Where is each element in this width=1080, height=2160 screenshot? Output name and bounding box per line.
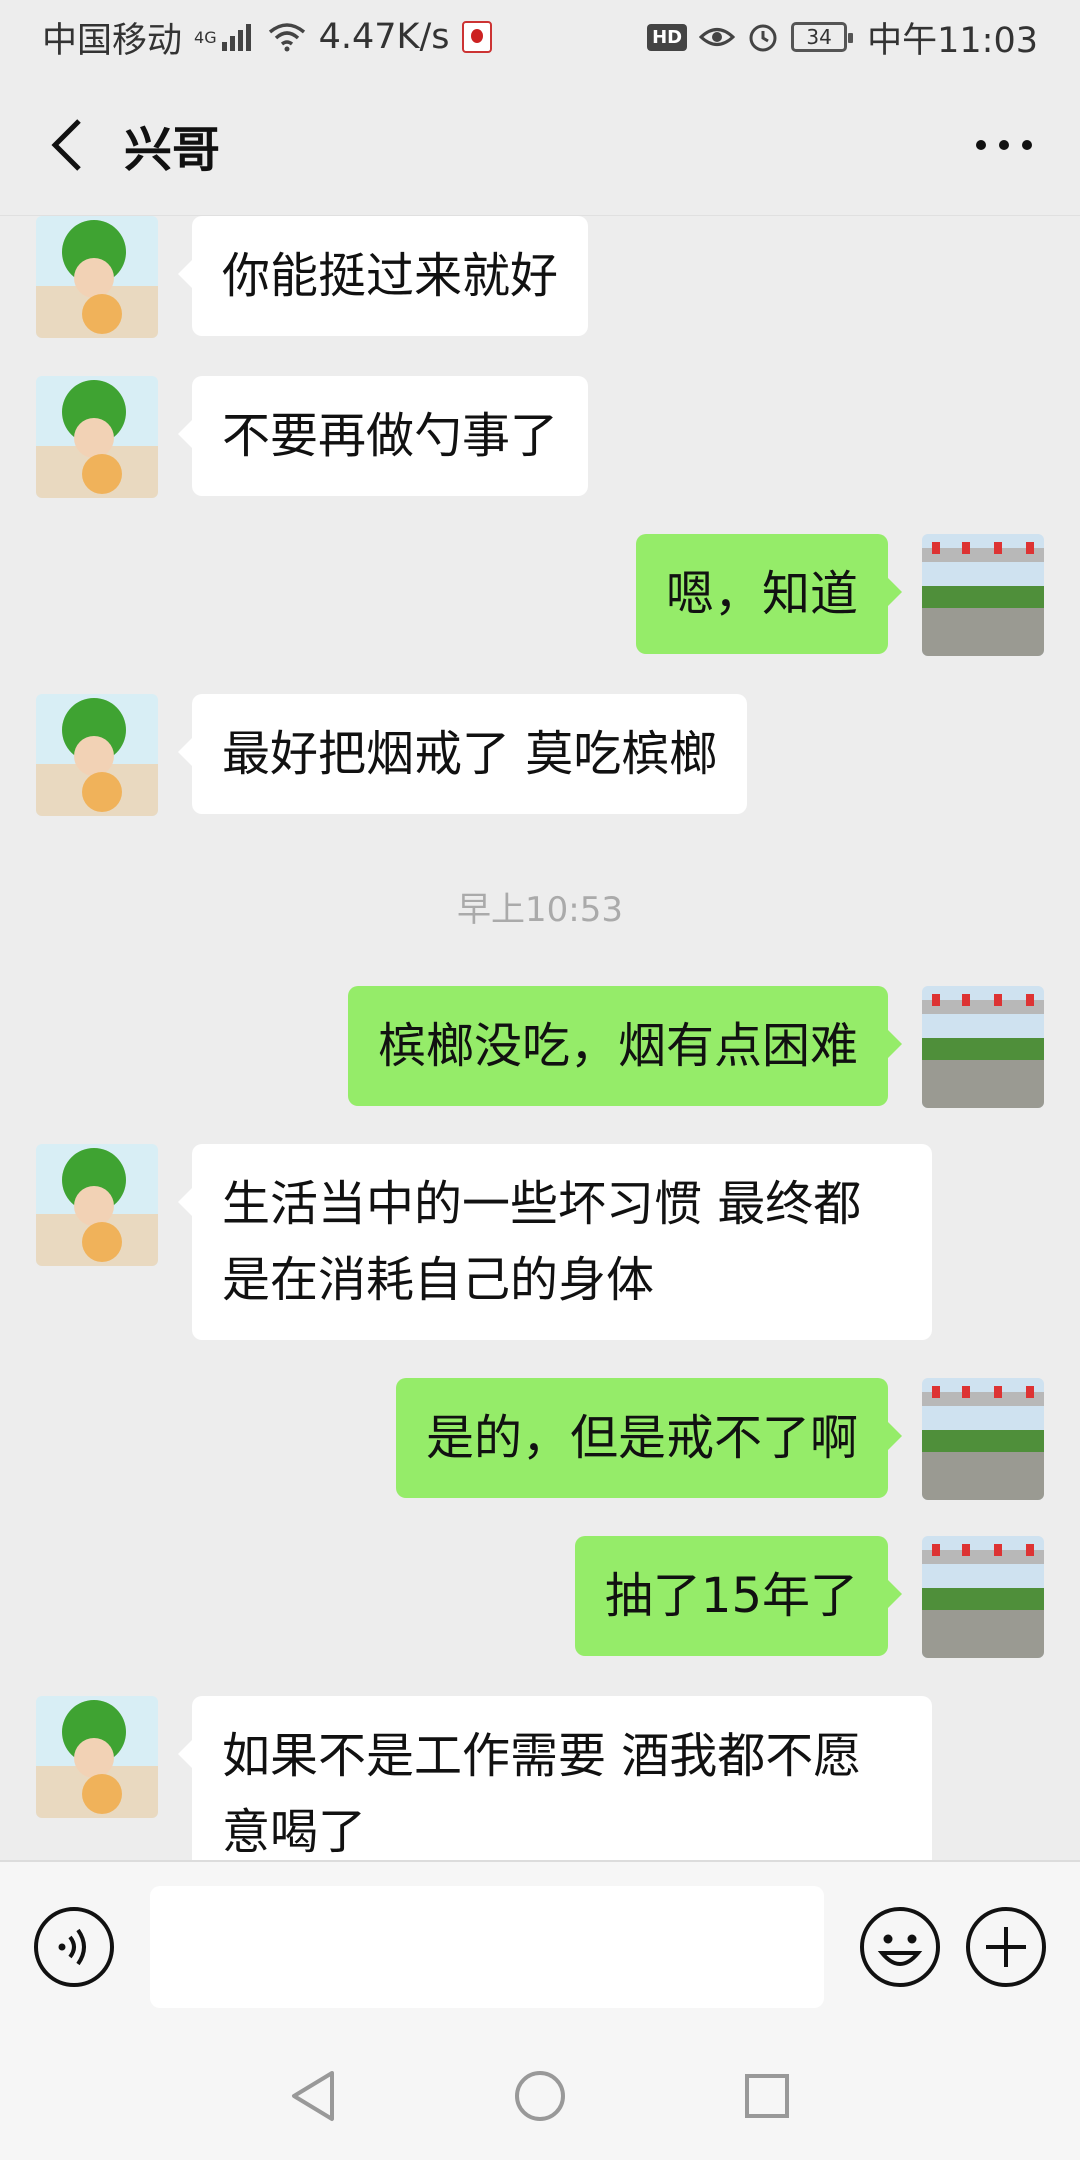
nav-back-button[interactable] — [273, 2056, 353, 2136]
message-sent: 是的，但是戒不了啊 — [395, 1378, 1044, 1500]
message-received: 不要再做勺事了 — [36, 376, 589, 498]
message-sent: 抽了15年了 — [574, 1536, 1044, 1658]
voice-icon — [34, 1907, 114, 1987]
my-avatar[interactable] — [922, 1536, 1044, 1658]
contact-avatar[interactable] — [36, 216, 158, 338]
message-bubble[interactable]: 如果不是工作需要 酒我都不愿意喝了 — [178, 1696, 932, 1860]
message-sent: 槟榔没吃，烟有点困难 — [347, 986, 1044, 1108]
network-type: 4G — [194, 27, 217, 47]
message-bubble[interactable]: 最好把烟戒了 莫吃槟榔 — [177, 694, 748, 814]
emoji-icon — [860, 1907, 940, 1987]
hd-badge: HD — [647, 23, 688, 51]
battery-indicator: 34 — [791, 22, 854, 52]
more-button[interactable] — [964, 105, 1044, 185]
contact-avatar[interactable] — [36, 1144, 158, 1266]
more-dots-icon — [976, 139, 1032, 150]
chat-header: 兴哥 — [0, 74, 1080, 216]
system-nav-bar — [0, 2032, 1080, 2160]
my-avatar[interactable] — [922, 1378, 1044, 1500]
contact-avatar[interactable] — [36, 376, 158, 498]
message-timestamp: 早上10:53 — [457, 890, 623, 930]
message-received: 生活当中的一些坏习惯 最终都是在消耗自己的身体 — [36, 1144, 932, 1340]
eye-icon — [699, 28, 736, 46]
message-sent: 嗯，知道 — [635, 534, 1044, 656]
message-received: 最好把烟戒了 莫吃槟榔 — [36, 694, 748, 816]
wifi-icon — [268, 23, 305, 52]
message-received: 如果不是工作需要 酒我都不愿意喝了 — [36, 1696, 932, 1860]
emoji-button[interactable] — [858, 1905, 942, 1989]
message-input[interactable] — [150, 1886, 824, 2008]
message-bubble[interactable]: 生活当中的一些坏习惯 最终都是在消耗自己的身体 — [178, 1144, 932, 1340]
my-avatar[interactable] — [922, 986, 1044, 1108]
status-left: 中国移动 4G 4.47K/s — [42, 12, 492, 63]
message-bubble[interactable]: 你能挺过来就好 — [177, 216, 589, 336]
alarm-icon — [749, 24, 777, 52]
network-speed: 4.47K/s — [318, 17, 450, 57]
carrier-label: 中国移动 — [42, 20, 183, 61]
nav-home-icon — [514, 2071, 565, 2121]
input-bar — [0, 1860, 1080, 2032]
app-notification-icon — [461, 21, 492, 53]
nav-recents-button[interactable] — [727, 2056, 807, 2136]
signal-icon — [221, 24, 251, 51]
nav-home-button[interactable] — [500, 2056, 580, 2136]
nav-back-icon — [292, 2071, 335, 2121]
my-avatar[interactable] — [922, 534, 1044, 656]
message-bubble[interactable]: 不要再做勺事了 — [177, 376, 589, 496]
message-list[interactable]: 你能挺过来就好 不要再做勺事了 嗯，知道 最好把烟戒了 莫吃槟榔 早上10:53… — [0, 216, 1080, 1860]
plus-button[interactable] — [964, 1905, 1048, 1989]
chat-title: 兴哥 — [124, 121, 221, 178]
message-bubble[interactable]: 抽了15年了 — [574, 1536, 903, 1656]
status-right: HD 34 中午11:03 — [647, 12, 1038, 63]
message-bubble[interactable]: 槟榔没吃，烟有点困难 — [347, 986, 903, 1106]
chevron-left-icon — [51, 118, 81, 171]
status-bar: 中国移动 4G 4.47K/s HD 34 中午11:03 — [0, 0, 1080, 74]
message-bubble[interactable]: 嗯，知道 — [635, 534, 903, 654]
nav-recents-icon — [744, 2074, 789, 2118]
contact-avatar[interactable] — [36, 694, 158, 816]
contact-avatar[interactable] — [36, 1696, 158, 1818]
clock: 中午11:03 — [867, 20, 1038, 61]
back-button[interactable] — [36, 105, 96, 185]
message-bubble[interactable]: 是的，但是戒不了啊 — [395, 1378, 903, 1498]
message-received: 你能挺过来就好 — [36, 216, 589, 338]
chat-screen: 中国移动 4G 4.47K/s HD 34 中午11:03 兴哥 你能挺过来就好… — [0, 0, 1080, 2160]
voice-button[interactable] — [32, 1905, 116, 1989]
plus-icon — [966, 1907, 1046, 1987]
